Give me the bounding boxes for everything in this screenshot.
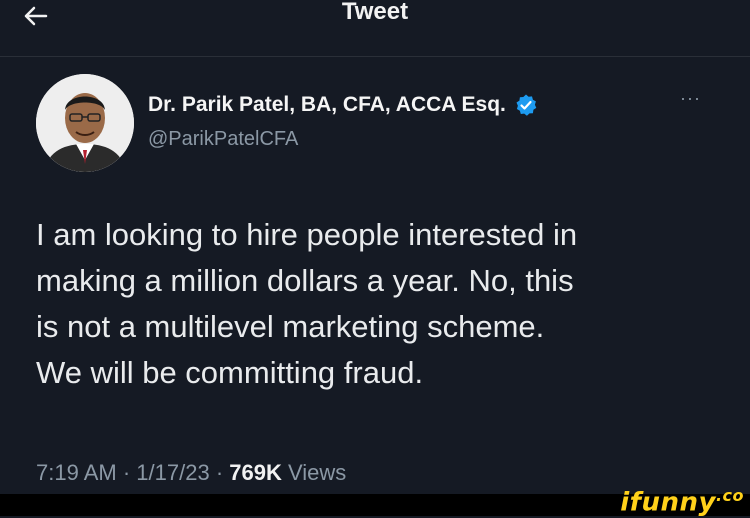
tweet-date[interactable]: 1/17/23: [136, 460, 209, 485]
meta-separator: ·: [122, 460, 131, 485]
avatar[interactable]: [36, 74, 134, 172]
author-name-row: Dr. Parik Patel, BA, CFA, ACCA Esq.: [148, 90, 538, 120]
more-options-icon[interactable]: ···: [680, 88, 701, 109]
profile-photo-icon: [36, 74, 134, 172]
meta-separator: ·: [215, 460, 224, 485]
author-name[interactable]: Dr. Parik Patel, BA, CFA, ACCA Esq.: [148, 93, 506, 117]
page-title: Tweet: [341, 0, 409, 25]
top-bar: Tweet: [0, 0, 750, 57]
author-handle[interactable]: @ParikPatelCFA: [148, 128, 298, 151]
tweet-text-line: I am looking to hire people interested i…: [36, 217, 578, 252]
views-count[interactable]: 769K: [229, 460, 282, 485]
tweet-text-line: is not a multilevel marketing scheme.: [36, 309, 545, 344]
verified-badge-icon: [516, 94, 537, 116]
tweet-meta: 7:19 AM · 1/17/23 · 769K Views: [36, 460, 346, 486]
watermark-text: ifunny: [620, 487, 716, 518]
views-label: Views: [288, 460, 347, 485]
tweet-text-line: making a million dollars a year. No, thi…: [36, 263, 574, 298]
tweet-text: I am looking to hire people interested i…: [36, 212, 736, 396]
tweet-time[interactable]: 7:19 AM: [36, 460, 117, 485]
watermark-suffix: .co: [715, 486, 744, 505]
tweet-text-line: We will be committing fraud.: [36, 355, 424, 390]
watermark-bar: ifunny.co: [0, 486, 750, 518]
ifunny-watermark: ifunny.co: [620, 486, 744, 518]
